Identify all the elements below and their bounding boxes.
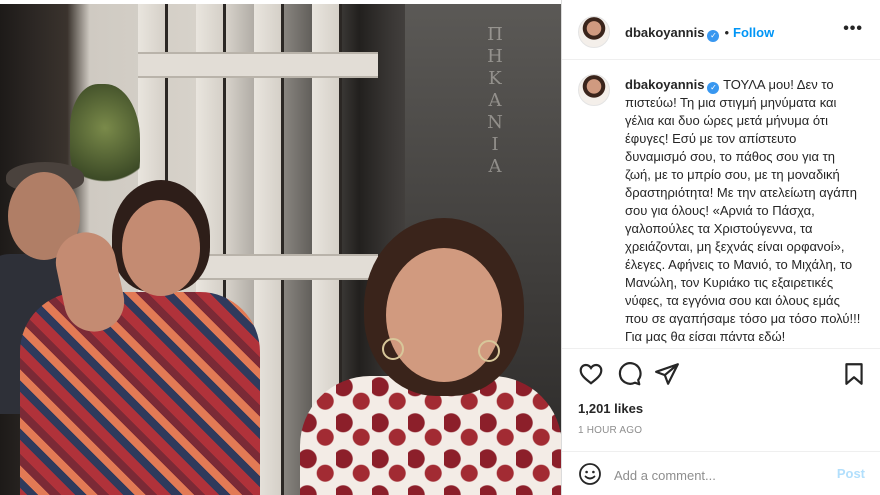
caption-avatar[interactable] bbox=[578, 74, 610, 106]
fence-rail bbox=[138, 52, 378, 78]
follow-button[interactable]: Follow bbox=[733, 25, 774, 40]
likes-count[interactable]: 1,201 likes bbox=[578, 401, 643, 416]
verified-badge-icon: ✓ bbox=[707, 30, 720, 42]
bookmark-icon[interactable] bbox=[841, 361, 867, 387]
avatar[interactable] bbox=[578, 16, 610, 48]
header-username[interactable]: dbakoyannis bbox=[625, 25, 704, 40]
caption-verified-badge-icon: ✓ bbox=[707, 82, 720, 94]
comment-input[interactable] bbox=[614, 464, 824, 486]
post-timestamp[interactable]: 1 HOUR AGO bbox=[578, 425, 642, 436]
post-comment-button[interactable]: Post bbox=[837, 466, 865, 481]
instagram-post-view: ΠΗΚΑΝΙΑ dbakoyannis ✓ • Follow ••• dbakoyan… bbox=[0, 0, 880, 495]
comment-bar: Post bbox=[562, 451, 880, 495]
caption: dbakoyannis ✓ ΤΟΥΛΑ μου! Δεν το πιστεύω! … bbox=[625, 76, 861, 346]
post-header: dbakoyannis ✓ • Follow ••• bbox=[562, 4, 880, 60]
header-dot-separator: • bbox=[724, 25, 730, 40]
comment-icon[interactable] bbox=[616, 361, 642, 387]
more-options-icon[interactable]: ••• bbox=[843, 20, 863, 38]
header-user-line: dbakoyannis ✓ • Follow bbox=[625, 24, 774, 42]
caption-username[interactable]: dbakoyannis bbox=[625, 77, 704, 92]
actions-section: 1,201 likes 1 HOUR AGO Post bbox=[562, 348, 880, 495]
smiley-icon[interactable] bbox=[578, 462, 602, 486]
post-side-panel: dbakoyannis ✓ • Follow ••• dbakoyannis ✓ ΤΟΥ… bbox=[561, 0, 880, 495]
caption-section: dbakoyannis ✓ ΤΟΥΛΑ μου! Δεν το πιστεύω! … bbox=[562, 60, 880, 348]
heart-icon[interactable] bbox=[578, 361, 604, 387]
paper-plane-icon[interactable] bbox=[654, 361, 680, 387]
post-photo[interactable]: ΠΗΚΑΝΙΑ bbox=[0, 4, 561, 495]
caption-text: ΤΟΥΛΑ μου! Δεν το πιστεύω! Τη μια στιγμή… bbox=[625, 77, 861, 344]
photo-sign-text: ΠΗΚΑΝΙΑ bbox=[487, 24, 503, 177]
